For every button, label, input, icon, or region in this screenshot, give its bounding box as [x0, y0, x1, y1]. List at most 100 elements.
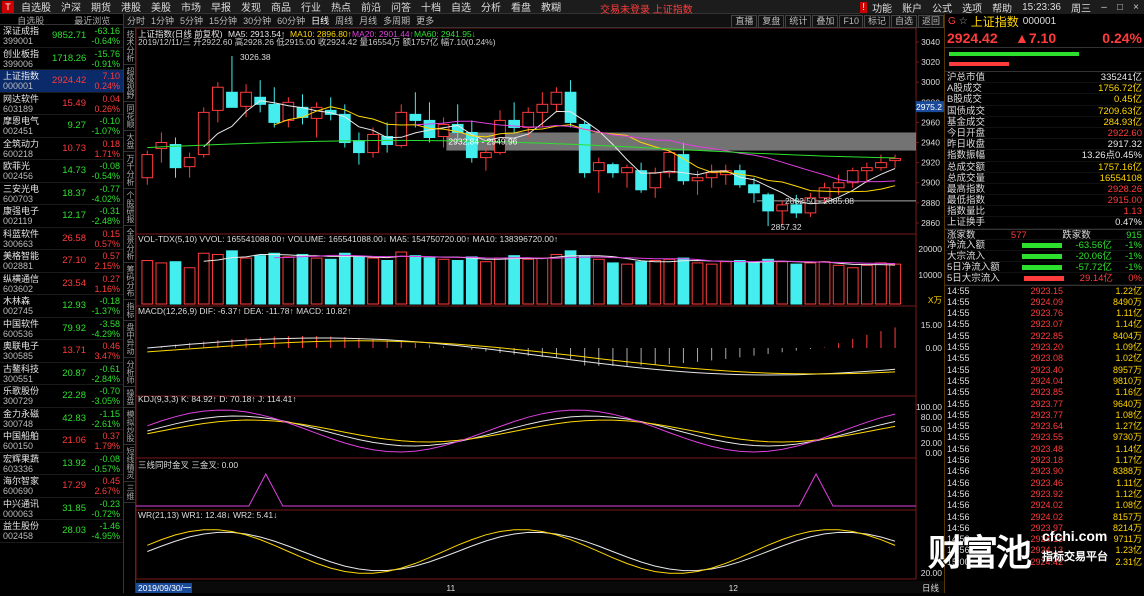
stock-change: 0.57	[102, 251, 120, 261]
period-tab[interactable]: 1分钟	[148, 14, 177, 27]
maximize-icon[interactable]: □	[1112, 1, 1128, 14]
watchlist-row[interactable]: 纵横通信 603602 23.54 0.27 1.16%	[0, 273, 123, 295]
period-tab[interactable]: 周线	[332, 14, 356, 27]
watchlist-row[interactable]: 深证成指 399001 9852.71 -63.16 -0.64%	[0, 25, 123, 48]
watchlist-row[interactable]: 中国软件 600536 79.92 -3.58 -4.29%	[0, 318, 123, 340]
menu-item[interactable]: 热点	[326, 0, 356, 14]
side-tab[interactable]: 技术分析	[124, 28, 136, 65]
period-tab[interactable]: 60分钟	[274, 14, 308, 27]
side-tab[interactable]: 模拟炒股	[124, 408, 136, 445]
watchlist-row[interactable]: 海尔智家 600690 17.29 0.45 2.67%	[0, 475, 123, 498]
account-button[interactable]: 账户	[897, 0, 927, 15]
menu-item[interactable]: 发现	[236, 0, 266, 14]
watchlist-row[interactable]: 宏辉果蔬 603336 13.92 -0.08 -0.57%	[0, 453, 123, 475]
menu-item[interactable]: 看盘	[506, 0, 536, 14]
watchlist-row[interactable]: 科蓝软件 300663 26.58 0.15 0.57%	[0, 228, 123, 250]
watchlist-row[interactable]: 网达软件 603189 15.49 0.04 0.26%	[0, 93, 123, 115]
side-tab[interactable]: 分析师	[124, 358, 136, 387]
menu-item[interactable]: 问答	[386, 0, 416, 14]
tool-button[interactable]: 直播	[731, 14, 758, 28]
side-tab[interactable]: 操盘	[124, 387, 136, 408]
side-tab[interactable]: 指标	[124, 300, 136, 321]
watchlist-row[interactable]: 创业板指 399006 1718.26 -15.76 -0.91%	[0, 48, 123, 70]
period-tab[interactable]: 月线	[356, 14, 380, 27]
menu-item[interactable]: 港股	[116, 0, 146, 14]
menu-item[interactable]: 早报	[206, 0, 236, 14]
candle-body	[564, 91, 577, 123]
kline-chart[interactable]: 上证指数(日线 前复权) MA5: 2913.54↑ MA10: 2896.80↑ M…	[135, 27, 944, 593]
watchlist-row[interactable]: 益生股份 002458 28.03 -1.46 -4.95%	[0, 520, 123, 543]
menu-item[interactable]: 自选	[446, 0, 476, 14]
tab-recent[interactable]: 最近浏览	[62, 14, 124, 26]
menu-item[interactable]: 分析	[476, 0, 506, 14]
side-tab[interactable]: 同花顺	[124, 102, 136, 131]
tool-button[interactable]: 复盘	[758, 14, 785, 28]
watchlist-row[interactable]: 美格智能 002881 27.10 0.57 2.15%	[0, 250, 123, 273]
func-button[interactable]: 功能	[867, 0, 897, 15]
menu-item[interactable]: 美股	[146, 0, 176, 14]
watchlist-row[interactable]: 奥联电子 300585 13.71 0.46 3.47%	[0, 340, 123, 363]
period-tab[interactable]: 15分钟	[206, 14, 240, 27]
tool-button[interactable]: 统计	[785, 14, 812, 28]
alert-icon[interactable]: !	[860, 1, 868, 13]
tool-button[interactable]: 标记	[863, 14, 890, 28]
minimize-icon[interactable]: –	[1096, 1, 1112, 14]
menu-item[interactable]: 行业	[296, 0, 326, 14]
menu-item[interactable]: 自选股	[16, 0, 56, 14]
watchlist-row[interactable]: 康强电子 002119 12.17 -0.31 -2.48%	[0, 205, 123, 228]
watermark-sub: 指标交易平台	[1042, 551, 1108, 563]
watchlist-row[interactable]: 摩恩电气 002451 9.27 -0.10 -1.07%	[0, 115, 123, 138]
watchlist-row[interactable]: 欧菲光 002456 14.73 -0.08 -0.54%	[0, 160, 123, 183]
stock-price: 12.93	[62, 300, 86, 311]
side-tab[interactable]: 三维	[124, 482, 136, 503]
menu-item[interactable]: 期货	[86, 0, 116, 14]
watchlist-row[interactable]: 三安光电 600703 18.37 -0.77 -4.02%	[0, 183, 123, 205]
period-tab[interactable]: 分时	[124, 14, 148, 27]
menu-item[interactable]: 沪深	[56, 0, 86, 14]
stock-change: 0.46	[102, 341, 120, 351]
close-icon[interactable]: ×	[1128, 1, 1144, 14]
watchlist-row[interactable]: 金力永磁 300748 42.83 -1.15 -2.61%	[0, 408, 123, 430]
stock-code: 002881	[3, 261, 34, 271]
watchlist-row[interactable]: 全筑动力 600218 10.73 0.18 1.71%	[0, 138, 123, 160]
stock-pct: 0.24%	[94, 81, 120, 91]
side-tab[interactable]: 大盘	[124, 131, 136, 152]
period-tab[interactable]: 30分钟	[240, 14, 274, 27]
menu-item[interactable]: 教糊	[536, 0, 566, 14]
menu-item[interactable]: 前沿	[356, 0, 386, 14]
side-tab[interactable]: 短线精灵	[124, 445, 136, 482]
side-tab[interactable]: 超级视野	[124, 65, 136, 102]
watchlist-row[interactable]: 古鳌科技 300551 20.87 -0.61 -2.84%	[0, 363, 123, 385]
chart-area[interactable]: 上证指数(日线 前复权) MA5: 2913.54↑ MA10: 2896.80↑ M…	[135, 27, 944, 593]
side-tab[interactable]: 全景分析	[124, 226, 136, 263]
watchlist-row[interactable]: 木林森 002745 12.93 -0.18 -1.37%	[0, 295, 123, 318]
period-tab[interactable]: 5分钟	[177, 14, 206, 27]
tool-button[interactable]: 叠加	[812, 14, 839, 28]
tick-price: 2923.07	[1030, 319, 1063, 330]
tool-button[interactable]: 返回	[917, 14, 944, 28]
star-icon[interactable]: ☆	[959, 16, 968, 27]
menu-item[interactable]: 市场	[176, 0, 206, 14]
side-tab[interactable]: 筹码分布	[124, 263, 136, 300]
watchlist-row[interactable]: 中兴通讯 000063 31.85 -0.23 -0.72%	[0, 498, 123, 520]
tool-button[interactable]: 自选	[890, 14, 917, 28]
side-tab[interactable]: 个股研报	[124, 189, 136, 226]
period-tab[interactable]: 日线	[308, 14, 332, 27]
menu-item[interactable]: 十档	[416, 0, 446, 14]
menu-item[interactable]: 商品	[266, 0, 296, 14]
watchlist-row[interactable]: 上证指数 000001 2924.42 7.10 0.24%	[0, 70, 123, 93]
stock-name-cell: 上证指数 000001	[0, 70, 52, 92]
side-tab[interactable]: 盘中异动	[124, 321, 136, 358]
wr-title: WR(21,13) WR1: 12.48↓ WR2: 5.41↓	[138, 510, 277, 520]
watchlist-row[interactable]: 乐歌股份 300729 22.28 -0.70 -3.05%	[0, 385, 123, 408]
side-tab[interactable]: 万千分析	[124, 152, 136, 189]
period-tab[interactable]: 更多	[413, 14, 437, 27]
formula-button[interactable]: 公式	[927, 0, 957, 15]
tool-button[interactable]: F10	[839, 14, 863, 28]
watchlist-row[interactable]: 中国船舶 600150 21.06 0.37 1.79%	[0, 430, 123, 453]
candle-body	[578, 123, 591, 174]
tick-price: 2923.40	[1030, 364, 1063, 375]
tab-watchlist[interactable]: 自选股	[0, 14, 62, 26]
period-tab[interactable]: 多周期	[380, 14, 413, 27]
stock-change-cell: -1.46 -4.95%	[86, 520, 122, 542]
